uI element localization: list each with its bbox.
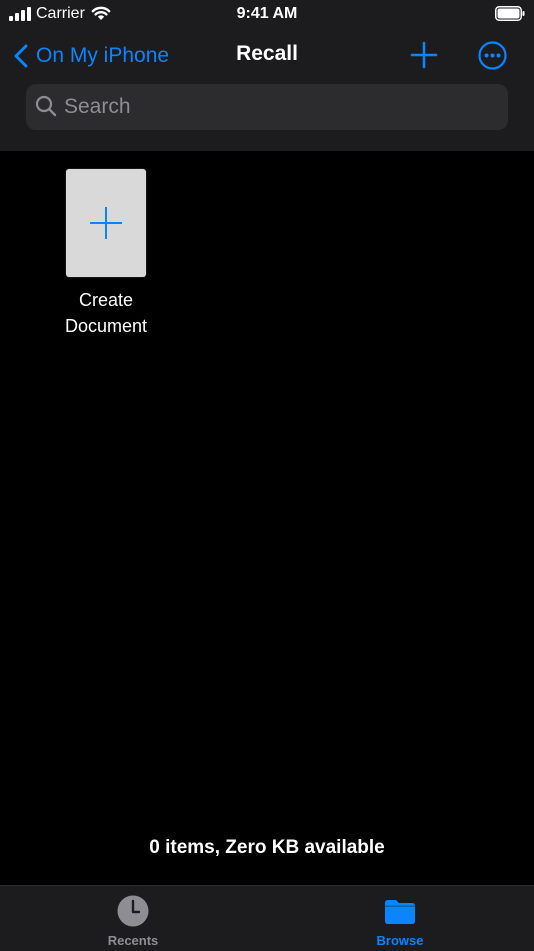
create-document-label-line1: Create bbox=[78, 290, 134, 310]
plus-icon bbox=[90, 207, 122, 239]
back-button-label: On My iPhone bbox=[36, 44, 170, 67]
tab-recents[interactable]: Recents bbox=[73, 886, 193, 951]
more-options-icon[interactable] bbox=[478, 41, 507, 70]
storage-status: 0 items, Zero KB available bbox=[149, 837, 385, 858]
plus-icon[interactable] bbox=[410, 41, 438, 69]
back-button[interactable]: On My iPhone bbox=[14, 40, 169, 72]
search-input[interactable] bbox=[64, 84, 494, 130]
search-field[interactable] bbox=[26, 84, 508, 130]
status-bar: Carrier 9:41 AM bbox=[0, 0, 534, 30]
clock-icon bbox=[117, 895, 149, 927]
battery-icon bbox=[495, 6, 525, 21]
chevron-left-icon bbox=[14, 44, 28, 68]
create-document-label-line2: Document bbox=[64, 316, 148, 336]
tab-browse-label: Browse bbox=[376, 933, 424, 948]
tab-browse[interactable]: Browse bbox=[340, 886, 460, 951]
tab-bar: Recents Browse bbox=[0, 885, 534, 951]
folder-icon bbox=[385, 900, 415, 924]
status-time: 9:41 AM bbox=[236, 5, 298, 22]
header: Carrier 9:41 AM On My iPhone Recall bbox=[0, 0, 534, 151]
navigation-bar: On My iPhone Recall bbox=[0, 34, 534, 78]
search-icon bbox=[35, 95, 57, 117]
tab-recents-label: Recents bbox=[107, 933, 159, 948]
document-thumbnail bbox=[66, 169, 146, 277]
create-document-label: Create Document bbox=[46, 287, 166, 339]
